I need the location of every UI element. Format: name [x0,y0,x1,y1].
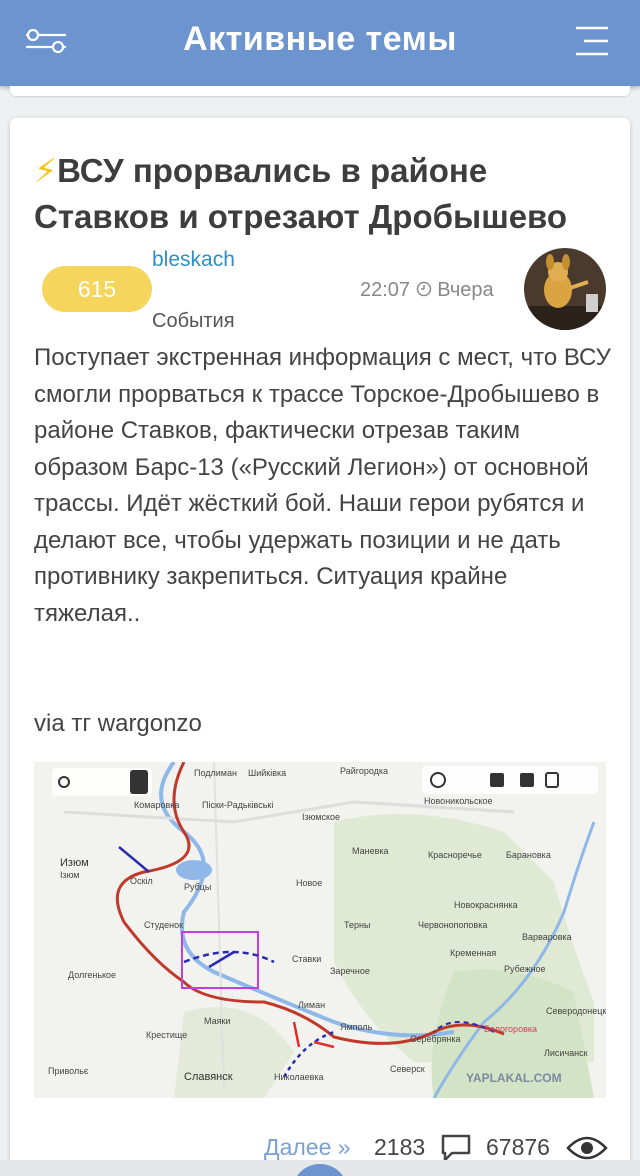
post-body: Поступает экстренная информация с мест, … [34,344,611,627]
svg-text:Маяки: Маяки [204,1016,230,1026]
svg-text:Лиман: Лиман [298,1000,325,1010]
svg-text:Славянск: Славянск [184,1071,233,1083]
svg-text:Шийківка: Шийківка [248,768,286,778]
comment-icon[interactable] [440,1133,472,1163]
svg-text:Ізюмское: Ізюмское [302,812,340,822]
svg-text:Оскіл: Оскіл [130,876,153,886]
svg-text:Барановка: Барановка [506,850,551,860]
svg-text:Рубежное: Рубежное [504,964,546,974]
svg-text:Новое: Новое [296,878,322,888]
svg-text:Белогоровка: Белогоровка [484,1024,537,1034]
svg-text:Долгенькое: Долгенькое [68,970,116,980]
svg-text:Ставки: Ставки [292,954,321,964]
svg-text:Ямполь: Ямполь [340,1022,373,1032]
svg-text:Крестище: Крестище [146,1030,187,1040]
svg-text:Комаровка: Комаровка [134,800,179,810]
category-label[interactable]: События [152,310,235,333]
svg-text:Новоникольское: Новоникольское [424,796,493,806]
views-count: 67876 [486,1134,550,1160]
avatar[interactable] [524,248,606,330]
svg-text:Изюм: Изюм [60,857,89,869]
hamburger-menu-icon[interactable] [574,24,610,58]
svg-text:Подлиман: Подлиман [194,768,237,778]
svg-text:Лисичанск: Лисичанск [544,1048,588,1058]
previous-card-edge [10,86,630,96]
post-map-image[interactable]: Подлиман Шийківка Райгородка Комаровка П… [34,762,606,1098]
post-time: 22:07 Вчера [360,279,494,302]
svg-text:Терны: Терны [344,920,370,930]
comments-count[interactable]: 2183 [374,1134,425,1161]
lightning-icon: ⚡ [34,152,58,189]
svg-text:Піски-Радьківські: Піски-Радьківські [202,800,273,810]
svg-text:Кременная: Кременная [450,948,496,958]
svg-text:Рубцы: Рубцы [184,882,211,892]
read-more-link[interactable]: Далее » [264,1134,351,1161]
author-link[interactable]: bleskach [152,248,235,272]
date-value: Вчера [437,279,494,301]
time-value: 22:07 [360,279,411,301]
post-card: ⚡ВСУ прорвались в районе Ставков и отрез… [10,118,630,1176]
svg-text:Новокраснянка: Новокраснянка [454,900,518,910]
post-title[interactable]: ⚡ВСУ прорвались в районе Ставков и отрез… [34,148,614,240]
svg-text:Варваровка: Варваровка [522,932,572,942]
svg-text:Привольє: Привольє [48,1066,89,1076]
eye-icon [566,1134,608,1162]
svg-text:Маневка: Маневка [352,846,389,856]
clock-icon [416,279,438,301]
svg-text:Красноречье: Красноречье [428,850,482,860]
page-title: Активные темы [183,20,457,58]
rating-badge[interactable]: 615 [42,266,152,312]
map-watermark: YAPLAKAL.COM [466,1071,562,1085]
svg-text:Ізюм: Ізюм [60,870,79,880]
app-header: Активные темы [0,0,640,86]
svg-text:Северодонецк: Северодонецк [546,1006,606,1016]
svg-text:Северск: Северск [390,1064,425,1074]
post-source: via тг wargonzo [34,710,202,737]
svg-text:Райгородка: Райгородка [340,766,388,776]
svg-text:Николаевка: Николаевка [274,1072,324,1082]
svg-text:Заречное: Заречное [330,966,370,976]
post-title-text: ВСУ прорвались в районе Ставков и отреза… [34,152,568,235]
svg-text:Червонопоповка: Червонопоповка [418,920,487,930]
svg-text:Студенок: Студенок [144,920,183,930]
svg-text:Серебрянка: Серебрянка [410,1034,460,1044]
